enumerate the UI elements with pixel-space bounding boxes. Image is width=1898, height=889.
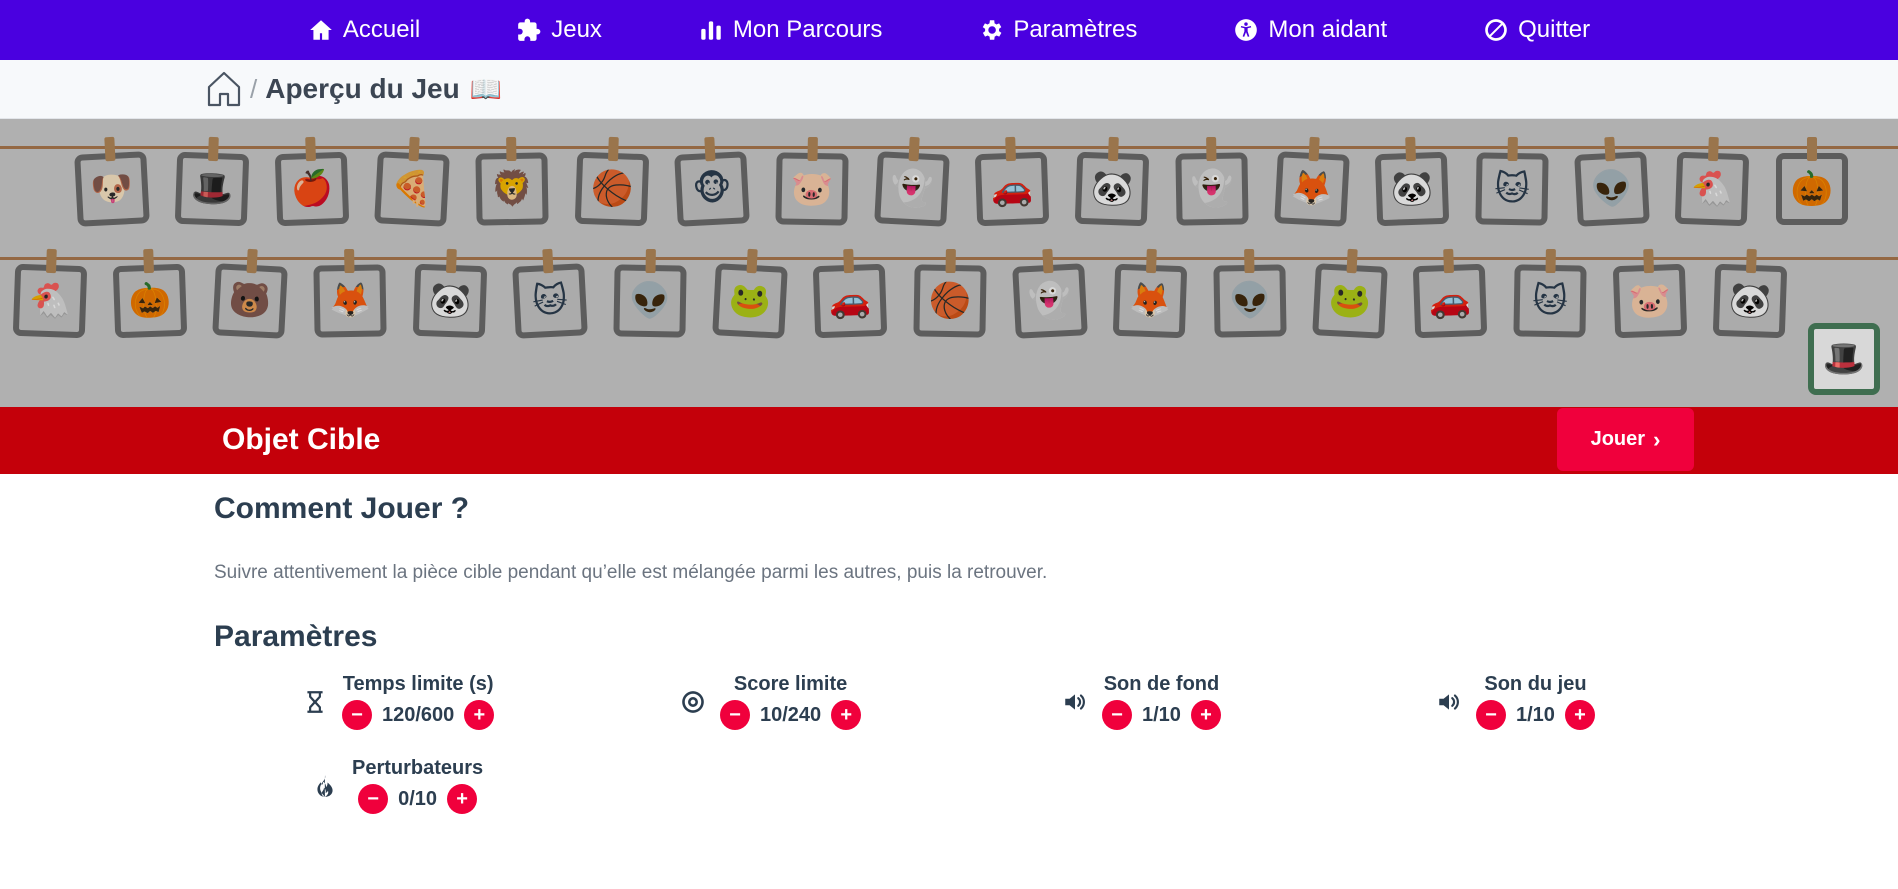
top-navbar: Accueil Jeux Mon Parcours Paramètres Mon… (0, 0, 1898, 60)
nav-item-mon-parcours[interactable]: Mon Parcours (698, 16, 882, 44)
game-title: Objet Cible (222, 423, 381, 456)
target-card: 🎩 (1808, 323, 1880, 395)
param-value: 1/10 (1516, 703, 1555, 726)
decrease-button[interactable]: − (342, 700, 372, 730)
increase-button[interactable]: + (447, 784, 478, 814)
breadcrumb-home-icon[interactable] (206, 70, 242, 108)
nav-item-mon-aidant[interactable]: Mon aidant (1233, 16, 1387, 44)
param-label: Son de fond (1103, 673, 1220, 695)
book-icon: 📖 (469, 73, 503, 104)
play-button[interactable]: Jouer › (1557, 408, 1694, 471)
param-label: Perturbateurs (352, 757, 484, 779)
nav-item-accueil[interactable]: Accueil (308, 16, 420, 44)
how-to-play-title: Comment Jouer ? (214, 492, 470, 525)
param-son-de-fond: Son de fond − 1/10 + (1060, 673, 1221, 730)
decrease-button[interactable]: − (1102, 700, 1132, 730)
play-button-label: Jouer (1590, 428, 1646, 450)
game-header-bar: Objet Cible Jouer › (0, 407, 1898, 474)
preview-overlay (0, 119, 1898, 407)
param-label: Temps limite (s) (342, 673, 494, 695)
nav-items: Accueil Jeux Mon Parcours Paramètres Mon… (260, 16, 1638, 44)
hourglass-icon (307, 690, 323, 713)
puzzle-icon (518, 18, 541, 41)
param-value: 10/240 (760, 703, 822, 726)
page-title: Aperçu du Jeu (265, 73, 460, 104)
nav-item-label: Quitter (1518, 16, 1591, 43)
accessibility-icon (1235, 19, 1258, 41)
gear-icon (983, 20, 1002, 40)
decrease-button[interactable]: − (720, 700, 750, 730)
param-temps-limite: Temps limite (s) − 120/600 + (300, 673, 495, 730)
param-perturbateurs: Perturbateurs − 0/10 + (310, 757, 483, 814)
param-score-limite: Score limite − 10/240 + (678, 673, 862, 730)
ban-icon (1485, 19, 1507, 41)
breadcrumb: / Aperçu du Jeu 📖 (0, 60, 1898, 119)
param-son-du-jeu: Son du jeu − 1/10 + (1434, 673, 1595, 730)
nav-item-label: Mon Parcours (732, 16, 883, 43)
home-icon (310, 20, 332, 40)
param-value: 120/600 (382, 703, 455, 726)
chevron-right-icon: › (1653, 426, 1661, 452)
decrease-button[interactable]: − (1476, 700, 1506, 730)
game-preview: 🐶 🎩 🍎 🍕 🦁 🏀 🐵 🐷 👻 🚗 🐼 👻 🦊 🐼 🐱 👽 🐔 🎃 🐔 🎃 🐻 🦊 🐼 🐱 👽 🐸 🚗 🏀 👻 🦊 👽 🐸 🚗 🐱 🐷 🐼 🎩 (0, 119, 1898, 407)
decrease-button[interactable]: − (358, 784, 389, 814)
volume-icon (1065, 693, 1085, 710)
increase-button[interactable]: + (1564, 700, 1595, 730)
volume-icon (1439, 693, 1459, 710)
nav-item-parametres[interactable]: Paramètres (978, 16, 1137, 44)
parameters-title: Paramètres (214, 620, 378, 653)
target-icon (682, 690, 704, 713)
nav-item-quitter[interactable]: Quitter (1483, 16, 1590, 44)
param-value: 0/10 (398, 787, 438, 810)
increase-button[interactable]: + (464, 700, 495, 730)
nav-item-label: Jeux (551, 16, 602, 43)
how-to-play-text: Suivre attentivement la pièce cible pend… (214, 562, 1048, 583)
fire-icon (317, 774, 333, 797)
nav-item-label: Mon aidant (1268, 16, 1388, 43)
nav-item-label: Paramètres (1013, 16, 1138, 43)
nav-item-jeux[interactable]: Jeux (516, 16, 602, 44)
param-label: Son du jeu (1484, 673, 1587, 695)
breadcrumb-separator: / (250, 73, 258, 104)
increase-button[interactable]: + (1190, 700, 1221, 730)
increase-button[interactable]: + (831, 700, 862, 730)
bar-chart-icon (701, 21, 721, 40)
param-label: Score limite (733, 673, 848, 695)
nav-item-label: Accueil (342, 16, 421, 43)
param-value: 1/10 (1142, 703, 1181, 726)
